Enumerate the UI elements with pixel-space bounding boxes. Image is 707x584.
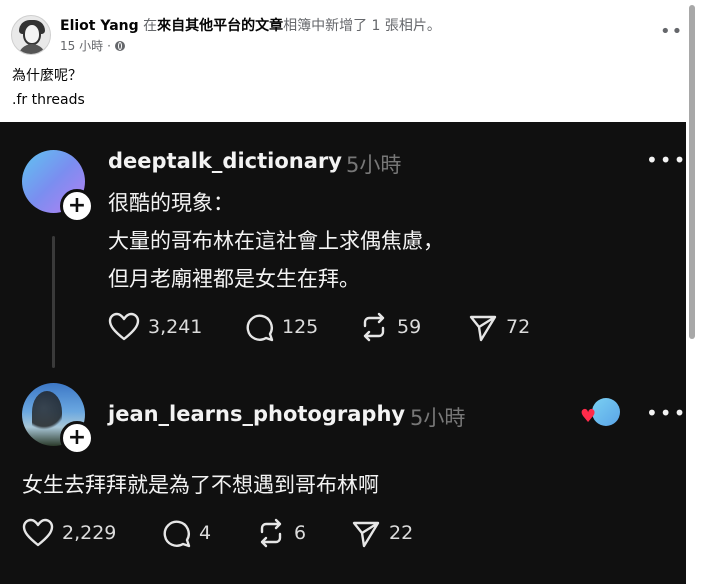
avatar-photo-tree — [32, 391, 62, 433]
post-meta: 15 小時 · — [60, 37, 125, 54]
more-horizontal-icon[interactable]: ••• — [646, 150, 687, 170]
scrollbar-thumb[interactable] — [689, 5, 695, 339]
heart-icon: ♥ — [580, 406, 597, 427]
send-icon — [469, 315, 497, 342]
facebook-post-header: Eliot Yang 在來自其他平台的文章相簿中新增了 1 張相片。 15 小時… — [0, 0, 694, 122]
comment-icon — [246, 314, 274, 342]
reaction-avatar-icon — [592, 398, 620, 426]
like-button[interactable]: 3,241 — [108, 312, 202, 342]
reply-username[interactable]: jean_learns_photography — [108, 402, 405, 426]
repost-count: 6 — [294, 522, 307, 544]
like-button[interactable]: 2,229 — [22, 518, 116, 548]
repost-icon — [260, 518, 282, 548]
comment-count: 125 — [282, 316, 319, 338]
comment-button[interactable]: 4 — [161, 518, 211, 548]
author-avatar[interactable] — [11, 15, 51, 55]
threads-post-line: 很酷的現象： — [108, 191, 234, 215]
comment-button[interactable]: 125 — [244, 312, 318, 342]
author-name[interactable]: Eliot Yang — [60, 18, 139, 34]
heart-icon — [22, 518, 54, 547]
threads-post-line: 大量的哥布林在這社會上求偶焦慮， — [108, 229, 444, 253]
reaction-avatars: ♥ — [580, 398, 622, 428]
post-text-line-1: 為什麼呢？ — [12, 68, 82, 84]
action-suffix: 相簿中新增了 1 張相片。 — [283, 18, 441, 34]
post-time[interactable]: 15 小時 — [60, 37, 103, 54]
plus-icon[interactable]: + — [60, 189, 94, 223]
threads-post-time: 5小時 — [346, 153, 402, 177]
meta-separator: · — [107, 38, 111, 53]
reply-time: 5小時 — [410, 406, 466, 430]
share-count: 72 — [506, 316, 531, 338]
like-count: 3,241 — [148, 316, 203, 338]
reply-text: 女生去拜拜就是為了不想遇到哥布林啊 — [22, 473, 379, 497]
threads-post-line: 但月老廟裡都是女生在拜。 — [108, 267, 360, 291]
comment-count: 4 — [199, 522, 212, 544]
post-text-line-2: .fr threads — [12, 92, 85, 108]
avatar-body — [18, 44, 46, 54]
share-count: 22 — [389, 522, 414, 544]
album-link[interactable]: 來自其他平台的文章 — [157, 18, 283, 34]
threads-screenshot — [0, 122, 686, 584]
send-icon — [352, 521, 380, 548]
comment-icon — [163, 520, 191, 548]
threads-username[interactable]: deeptalk_dictionary — [108, 149, 342, 173]
repost-count: 59 — [397, 316, 422, 338]
plus-icon[interactable]: + — [60, 421, 94, 455]
like-count: 2,229 — [62, 522, 117, 544]
post-title: Eliot Yang 在來自其他平台的文章相簿中新增了 1 張相片。 — [60, 15, 441, 35]
heart-icon — [108, 312, 140, 341]
repost-icon — [363, 312, 385, 342]
share-button[interactable]: 22 — [351, 518, 413, 548]
avatar-face — [23, 23, 41, 45]
globe-icon — [114, 40, 125, 51]
more-horizontal-icon[interactable]: ••• — [646, 403, 687, 423]
share-button[interactable]: 72 — [468, 312, 530, 342]
action-prefix: 在 — [138, 18, 158, 34]
repost-button[interactable]: 59 — [359, 312, 421, 342]
repost-button[interactable]: 6 — [256, 518, 306, 548]
thread-connector-line — [52, 236, 55, 368]
